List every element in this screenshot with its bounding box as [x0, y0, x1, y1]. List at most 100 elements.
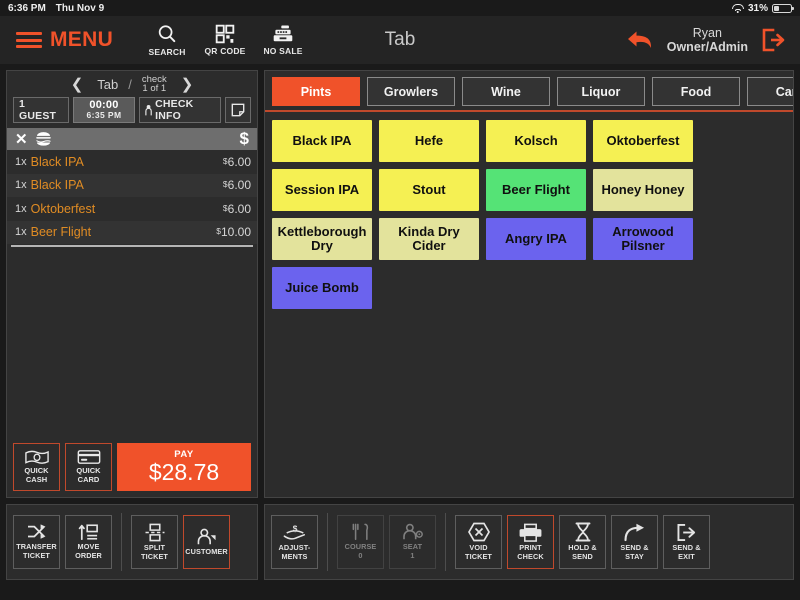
toolbar-divider [445, 513, 446, 571]
product-tile-angry-ipa[interactable]: Angry IPA [486, 218, 586, 260]
logout-icon[interactable] [760, 27, 786, 53]
adjustments-icon: $ [283, 523, 305, 540]
close-x-icon[interactable]: ✕ [15, 132, 28, 147]
qr-code-icon [215, 24, 235, 44]
menu-button[interactable]: MENU [10, 28, 119, 52]
product-tile-kolsch[interactable]: Kolsch [486, 120, 586, 162]
seat-icon [402, 523, 423, 540]
product-tile-black-ipa[interactable]: Black IPA [272, 120, 372, 162]
previous-check-button[interactable]: ❮ [67, 75, 88, 93]
product-tile-beer-flight[interactable]: Beer Flight [486, 169, 586, 211]
status-time: 6:36 PM [8, 2, 46, 14]
print-check-label: PRINT CHECK [517, 542, 544, 561]
user-name: Ryan [692, 25, 722, 40]
adjustments-button[interactable]: $ ADJUST- MENTS [271, 515, 318, 569]
pay-button-amount: $28.78 [148, 459, 220, 486]
toolbar-divider [121, 513, 122, 571]
tab-growlers[interactable]: Growlers [367, 77, 455, 106]
table-row[interactable]: 1x Oktoberfest $6.00 [7, 197, 257, 221]
svg-text:$: $ [292, 523, 297, 533]
back-arrow-icon[interactable] [625, 27, 655, 53]
nav-right-group: Ryan Owner/Admin [625, 26, 790, 55]
customer-button[interactable]: CUSTOMER [183, 515, 230, 569]
print-check-button[interactable]: PRINT CHECK [507, 515, 554, 569]
product-tile-juice-bomb[interactable]: Juice Bomb [272, 267, 372, 309]
move-order-icon [78, 524, 98, 541]
pay-button[interactable]: PAY $28.78 [117, 443, 251, 491]
product-tile-oktoberfest[interactable]: Oktoberfest [593, 120, 693, 162]
main-content: ❮ Tab / check 1 of 1 ❯ 1 GUEST 00:00 6:3… [0, 64, 800, 504]
hold-and-send-button[interactable]: HOLD & SEND [559, 515, 606, 569]
battery-icon [772, 3, 794, 13]
customer-label: CUSTOMER [185, 546, 228, 556]
tab-food[interactable]: Food [652, 77, 740, 106]
dollar-sign-icon[interactable]: $ [240, 129, 249, 149]
item-qty: 1x [15, 226, 27, 239]
top-navigation-bar: MENU SEARCH QR CODE NO SALE Tab Ryan Own… [0, 16, 800, 64]
seat-button[interactable]: SEAT 1 [389, 515, 436, 569]
table-row[interactable]: 1x Black IPA $6.00 [7, 150, 257, 174]
cash-icon [24, 450, 49, 464]
product-tile-session-ipa[interactable]: Session IPA [272, 169, 372, 211]
void-ticket-button[interactable]: VOID TICKET [455, 515, 502, 569]
transfer-ticket-button[interactable]: TRANSFER TICKET [13, 515, 60, 569]
move-order-button[interactable]: MOVE ORDER [65, 515, 112, 569]
credit-card-icon [77, 450, 100, 465]
transfer-ticket-label: TRANSFER TICKET [16, 542, 57, 560]
send-and-stay-button[interactable]: SEND & STAY [611, 515, 658, 569]
next-check-button[interactable]: ❯ [177, 75, 198, 93]
table-row[interactable]: 1x Beer Flight $10.00 [7, 220, 257, 244]
timer-clock: 6:35 PM [86, 110, 122, 121]
hamburger-icon [16, 32, 42, 48]
tab-cans[interactable]: Cans [747, 77, 793, 106]
printer-icon [519, 523, 542, 542]
check-note-button[interactable] [225, 97, 251, 123]
product-grid: Black IPA Hefe Kolsch Oktoberfest Sessio… [265, 112, 793, 497]
hold-and-send-label: HOLD & SEND [568, 543, 597, 561]
status-bar: 6:36 PM Thu Nov 9 31% [0, 0, 800, 16]
check-timer[interactable]: 00:00 6:35 PM [73, 97, 135, 123]
search-button-label: SEARCH [148, 47, 186, 57]
tab-wine[interactable]: Wine [462, 77, 550, 106]
user-info[interactable]: Ryan Owner/Admin [667, 26, 748, 55]
product-tile-stout[interactable]: Stout [379, 169, 479, 211]
product-tile-honey-honey[interactable]: Honey Honey [593, 169, 693, 211]
item-price: $6.00 [222, 178, 251, 193]
nav-icon-group: SEARCH QR CODE NO SALE [141, 23, 309, 57]
no-sale-button[interactable]: NO SALE [257, 24, 309, 56]
status-date: Thu Nov 9 [55, 2, 105, 14]
guest-count-button[interactable]: 1 GUEST [13, 97, 69, 123]
item-price: $6.00 [222, 154, 251, 169]
status-battery-pct: 31% [747, 2, 768, 14]
check-info-button[interactable]: CHECK INFO [139, 97, 221, 123]
quick-card-label: QUICK CARD [76, 466, 101, 484]
split-ticket-icon [145, 523, 164, 542]
item-qty: 1x [15, 179, 27, 192]
move-order-label: MOVE ORDER [75, 542, 102, 560]
check-counter: check 1 of 1 [142, 74, 167, 94]
qr-code-button[interactable]: QR CODE [199, 24, 251, 56]
bottom-toolbars: TRANSFERTICKET MOVEORDER SPLITTICKET [0, 504, 800, 586]
product-tile-kettleborough-dry[interactable]: Kettleborough Dry [272, 218, 372, 260]
check-tab-name: Tab [97, 76, 119, 92]
payment-actions: QUICK CASH QUICK CARD PAY $28.78 [7, 437, 257, 497]
search-button[interactable]: SEARCH [141, 23, 193, 57]
tab-pints[interactable]: Pints [272, 77, 360, 106]
split-ticket-button[interactable]: SPLIT TICKET [131, 515, 178, 569]
product-tile-hefe[interactable]: Hefe [379, 120, 479, 162]
product-tile-kinda-dry-cider[interactable]: Kinda Dry Cider [379, 218, 479, 260]
send-and-exit-button[interactable]: SEND & EXIT [663, 515, 710, 569]
course-button[interactable]: COURSE 0 [337, 515, 384, 569]
burger-icon[interactable] [35, 132, 52, 146]
quick-cash-button[interactable]: QUICK CASH [13, 443, 60, 491]
status-right: 31% [731, 2, 794, 14]
product-tile-arrowood-pilsner[interactable]: Arrowood Pilsner [593, 218, 693, 260]
quick-card-button[interactable]: QUICK CARD [65, 443, 112, 491]
item-price: $6.00 [222, 201, 251, 216]
table-row[interactable]: 1x Black IPA $6.00 [7, 173, 257, 197]
person-icon [145, 104, 152, 115]
adjustments-label: ADJUST- MENTS [278, 542, 311, 561]
quick-cash-label: QUICK CASH [24, 465, 49, 484]
item-name: Black IPA [30, 154, 84, 169]
tab-liquor[interactable]: Liquor [557, 77, 645, 106]
